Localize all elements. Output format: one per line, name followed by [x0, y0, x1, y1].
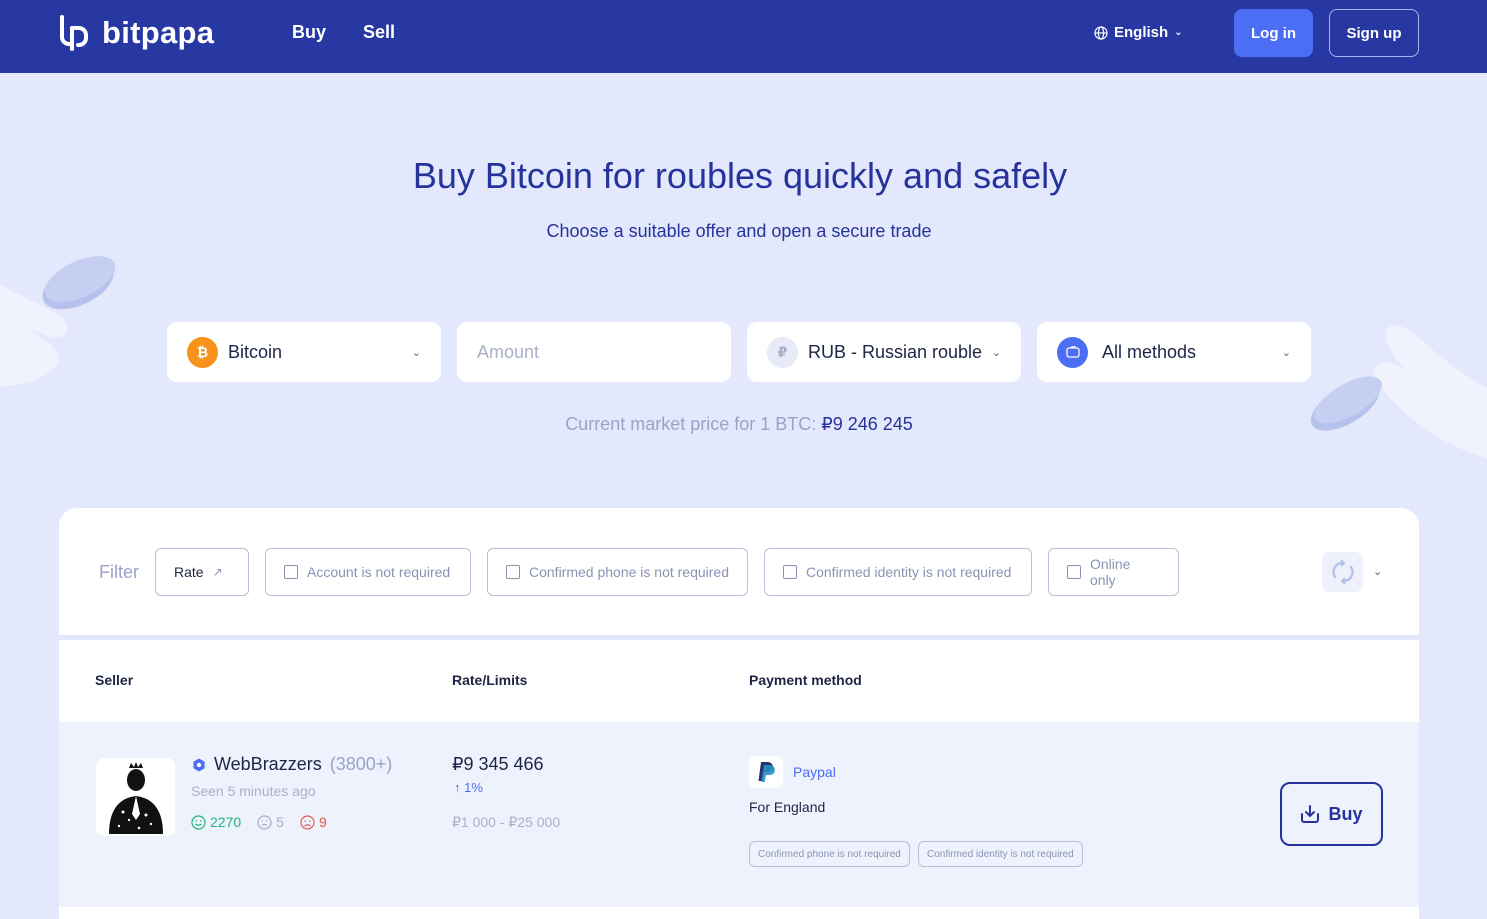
neutral-face-icon — [257, 814, 272, 830]
currency-select[interactable]: ₽ RUB - Russian rouble ⌄ — [747, 322, 1021, 382]
filter-identity-not-required[interactable]: Confirmed identity is not required — [764, 548, 1032, 596]
signup-button[interactable]: Sign up — [1329, 9, 1419, 57]
checkbox[interactable] — [1067, 565, 1081, 579]
market-price: Current market price for 1 BTC: ₽9 246 2… — [0, 414, 1478, 435]
refresh-icon — [1331, 559, 1354, 585]
wallet-icon — [1057, 336, 1088, 368]
divider — [59, 635, 1419, 640]
offer-limits: ₽1 000 - ₽25 000 — [452, 814, 561, 830]
sort-rate-label: Rate — [174, 564, 204, 580]
seller-feedback: 2270 5 9 — [191, 814, 327, 830]
payment-method-value: All methods — [1102, 341, 1197, 362]
filter-option-label: Confirmed phone is not required — [529, 564, 730, 580]
crypto-select-value: Bitcoin — [228, 341, 283, 362]
market-price-label: Current market price for 1 BTC: — [565, 414, 817, 434]
download-tray-icon — [1301, 805, 1320, 823]
column-header-rate: Rate/Limits — [452, 672, 528, 688]
seller-trade-count: (3800+) — [329, 754, 393, 774]
chevron-down-icon: ⌄ — [1281, 346, 1291, 359]
requirement-tag: Confirmed identity is not required — [918, 841, 1083, 867]
filter-online-only[interactable]: Online only — [1048, 548, 1179, 596]
checkbox[interactable] — [284, 565, 298, 579]
positive-count: 2270 — [210, 814, 242, 830]
neutral-count: 5 — [276, 814, 284, 830]
arrow-up-right-icon: ↗ — [212, 565, 223, 579]
chevron-down-icon: ⌄ — [991, 346, 1001, 359]
seller-name[interactable]: WebBrazzers (3800+) — [192, 754, 392, 775]
bitcoin-icon: ₿ — [187, 336, 218, 368]
page-subtitle: Choose a suitable offer and open a secur… — [546, 221, 932, 241]
filter-option-label: Account is not required — [307, 564, 451, 580]
offer-rate-change: ↑ 1% — [454, 780, 483, 795]
filter-option-label: Confirmed identity is not required — [806, 564, 1012, 580]
rouble-icon: ₽ — [767, 336, 798, 368]
filter-phone-not-required[interactable]: Confirmed phone is not required — [487, 548, 748, 596]
column-header-seller: Seller — [95, 672, 134, 688]
sad-face-icon — [300, 814, 315, 830]
market-price-value: ₽9 246 245 — [821, 414, 913, 434]
nav-buy[interactable]: Buy — [292, 22, 326, 43]
verified-badge-icon — [193, 758, 205, 771]
offer-rate: ₽9 345 466 — [452, 754, 544, 774]
buy-button[interactable]: Buy — [1280, 782, 1383, 846]
checkbox[interactable] — [783, 565, 797, 579]
hand-coin-illustration-right — [1310, 325, 1487, 458]
filter-option-label: Online only — [1090, 556, 1131, 588]
sort-rate-button[interactable]: Rate ↗ — [155, 548, 249, 596]
buy-button-label: Buy — [1328, 803, 1363, 824]
nav-sell[interactable]: Sell — [363, 22, 395, 43]
refresh-button[interactable] — [1322, 552, 1363, 592]
negative-count: 9 — [318, 814, 327, 830]
checkbox[interactable] — [506, 565, 520, 579]
negative-feedback: 9 — [300, 814, 327, 830]
currency-select-value: RUB - Russian rouble — [808, 341, 983, 362]
arrow-up-icon: ↑ — [454, 780, 461, 795]
hand-coin-illustration-left — [0, 256, 116, 387]
login-button[interactable]: Log in — [1234, 9, 1313, 57]
language-selector[interactable]: English ⌄ — [1094, 24, 1183, 41]
crypto-select[interactable]: ₿ Bitcoin ⌄ — [167, 322, 441, 382]
neutral-feedback: 5 — [257, 814, 284, 830]
positive-feedback: 2270 — [191, 814, 241, 830]
logo-icon — [60, 15, 88, 51]
page-title: Buy Bitcoin for roubles quickly and safe… — [412, 155, 1068, 196]
amount-placeholder: Amount — [477, 341, 540, 362]
seller-username: WebBrazzers — [214, 754, 322, 774]
payment-method-select[interactable]: All methods ⌄ — [1037, 322, 1311, 382]
language-label: English — [1114, 24, 1169, 41]
filter-label: Filter — [99, 562, 139, 582]
avatar[interactable] — [96, 758, 175, 836]
chevron-down-icon: ⌄ — [411, 346, 421, 359]
payment-method-name[interactable]: Paypal — [793, 764, 836, 780]
globe-icon — [1094, 25, 1108, 40]
requirement-tag: Confirmed phone is not required — [749, 841, 910, 867]
bitpapa-logo[interactable]: bitpapa — [58, 15, 214, 51]
paypal-icon — [749, 756, 783, 788]
filter-account-not-required[interactable]: Account is not required — [265, 548, 471, 596]
payment-method-description: For England — [749, 799, 826, 815]
column-header-payment: Payment method — [749, 672, 862, 688]
rate-change-value: 1% — [464, 780, 483, 795]
seller-last-seen: Seen 5 minutes ago — [191, 783, 316, 799]
chevron-down-icon[interactable]: ⌄ — [1373, 565, 1382, 578]
smile-icon — [191, 814, 206, 830]
amount-input[interactable]: Amount — [457, 322, 731, 382]
chevron-down-icon: ⌄ — [1174, 27, 1183, 38]
brand-name: bitpapa — [102, 15, 215, 50]
